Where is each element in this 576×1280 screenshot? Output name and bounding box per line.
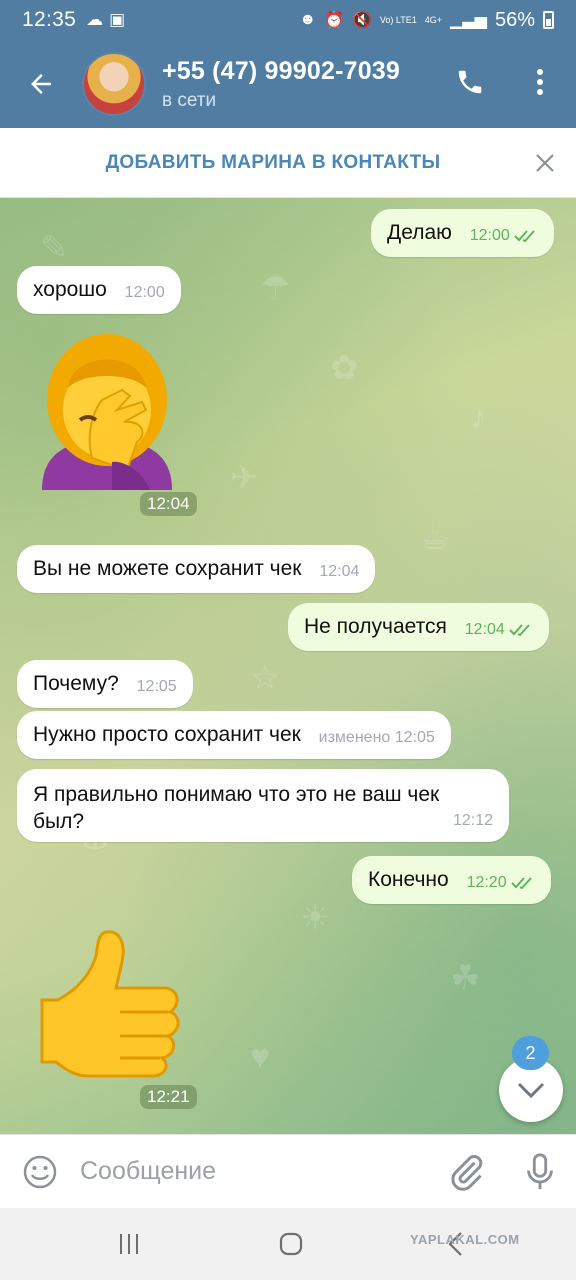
close-add-contact-button[interactable]	[530, 148, 560, 178]
battery-icon	[543, 11, 554, 29]
doodle-icon: ☂	[260, 269, 291, 307]
double-check-icon	[510, 877, 532, 889]
message-bubble[interactable]: Делаю 12:00	[371, 209, 554, 257]
doodle-icon: ✿	[330, 349, 359, 387]
add-contact-bar: ДОБАВИТЬ МАРИНА В КОНТАКТЫ	[0, 128, 576, 198]
more-menu-button[interactable]	[520, 60, 560, 104]
sticker-woman-facepalming[interactable]	[32, 330, 182, 490]
alarm-icon: ⏰	[324, 12, 344, 29]
mute-icon: 🔇	[352, 12, 372, 29]
doodle-icon: ✎	[40, 229, 69, 267]
emoji-button[interactable]	[0, 1154, 80, 1190]
doodle-icon: ☆	[250, 659, 281, 697]
contact-info[interactable]: +55 (47) 99902-7039 в сети	[162, 57, 420, 112]
attach-button[interactable]	[447, 1152, 487, 1197]
assistant-icon: ☻	[299, 11, 317, 28]
status-time: 12:35	[22, 8, 77, 31]
cloud-upload-icon: ☁	[86, 10, 104, 29]
doodle-icon: ☀	[300, 899, 331, 937]
message-input[interactable]	[80, 1157, 440, 1186]
doodle-icon: ♥	[250, 1038, 271, 1076]
message-bubble[interactable]: Я правильно понимаю что это не ваш чек б…	[17, 769, 509, 842]
home-button[interactable]	[276, 1230, 306, 1258]
phone-icon	[458, 70, 482, 94]
status-bar: 12:35 ☁ ▣ ☻ ⏰ 🔇 Vo) LTE1 4G+ ▁▃▅ 56%	[0, 0, 576, 40]
doodle-icon: ☘	[450, 959, 481, 997]
more-vertical-icon	[537, 69, 543, 95]
home-icon	[279, 1232, 303, 1256]
add-contact-button[interactable]: ДОБАВИТЬ МАРИНА В КОНТАКТЫ	[106, 152, 441, 174]
network-label: Vo) LTE1	[379, 14, 417, 25]
thumbs-up-icon	[40, 930, 180, 1078]
back-button[interactable]	[0, 40, 82, 128]
contact-status: в сети	[162, 89, 217, 111]
message-bubble[interactable]: Почему? 12:05	[17, 660, 193, 708]
recent-apps-icon	[120, 1234, 138, 1254]
chat-header: +55 (47) 99902-7039 в сети	[0, 40, 576, 128]
sticker-thumbs-up[interactable]	[36, 926, 181, 1078]
unread-count-badge: 2	[512, 1036, 549, 1070]
message-bubble[interactable]: Вы не можете сохранит чек 12:04	[17, 545, 376, 593]
network-type: 4G+	[424, 14, 443, 25]
avatar[interactable]	[82, 52, 146, 116]
doodle-icon: ✈	[230, 459, 259, 497]
contact-title: +55 (47) 99902-7039	[162, 56, 401, 85]
close-icon	[536, 154, 554, 172]
message-bubble[interactable]: Не получается 12:04	[288, 603, 549, 651]
sticker-time: 12:21	[140, 1085, 197, 1109]
message-bubble[interactable]: Конечно 12:20	[352, 856, 551, 904]
watermark: YAPLAKAL.COM	[410, 1232, 520, 1247]
chat-area[interactable]: ✎ ☂ ✿ ♪ ✈ ☕ ☆ ⚓ ☀ ☘ ♥ Делаю 12:00 хорошо…	[0, 198, 576, 1134]
woman-facepalming-icon	[42, 334, 172, 490]
doodle-icon: ☕	[420, 519, 451, 557]
voice-record-button[interactable]	[522, 1152, 558, 1197]
double-check-icon	[514, 230, 535, 242]
call-button[interactable]	[448, 60, 492, 104]
battery-percent: 56%	[494, 8, 535, 31]
doodle-icon: ♪	[470, 398, 487, 436]
sticker-time: 12:04	[140, 492, 197, 516]
double-check-icon	[509, 624, 530, 636]
paperclip-icon	[451, 1155, 483, 1191]
recent-apps-button[interactable]	[114, 1230, 144, 1258]
microphone-icon	[527, 1153, 553, 1190]
message-bubble[interactable]: Нужно просто сохранит чек изменено 12:05	[17, 711, 451, 759]
chevron-down-icon	[517, 1082, 545, 1098]
smile-icon	[23, 1155, 57, 1188]
composer	[0, 1134, 576, 1208]
message-bubble[interactable]: хорошо 12:00	[17, 266, 181, 314]
signal-icon: ▁▃▅	[450, 12, 487, 29]
arrow-left-icon	[31, 74, 51, 94]
image-icon: ▣	[109, 10, 126, 29]
